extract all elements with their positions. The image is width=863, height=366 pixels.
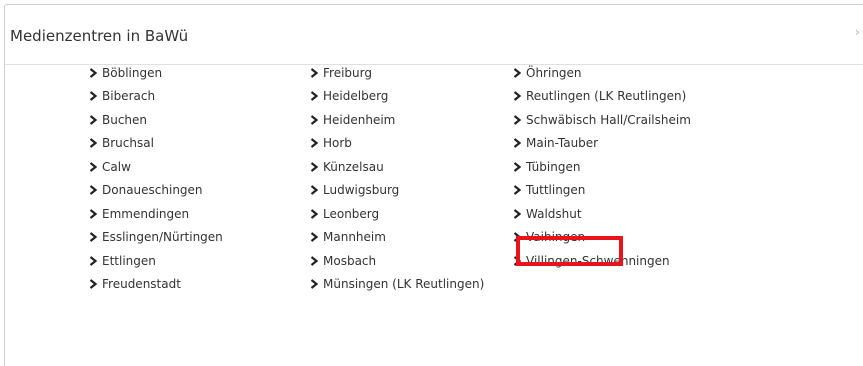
medienzentrum-link-label: Heidelberg <box>323 89 389 104</box>
medienzentrum-link-label: Vaihingen <box>526 230 586 245</box>
medienzentrum-link[interactable]: Heidelberg <box>309 85 484 109</box>
chevron-right-icon <box>512 67 522 78</box>
chevron-right-icon <box>512 91 522 102</box>
medienzentrum-link-label: Bruchsal <box>102 136 154 151</box>
medienzentrum-link-label: Esslingen/Nürtingen <box>102 230 223 245</box>
medienzentrum-link[interactable]: Freiburg <box>309 61 484 85</box>
chevron-right-icon <box>88 279 98 290</box>
chevron-right-icon <box>309 185 319 196</box>
chevron-right-icon <box>88 255 98 266</box>
chevron-right-icon <box>512 255 522 266</box>
panel-title: Medienzentren in BaWü <box>10 27 189 45</box>
medienzentrum-link[interactable]: Horb <box>309 132 484 156</box>
chevron-right-icon <box>512 208 522 219</box>
medienzentrum-link[interactable]: Künzelsau <box>309 155 484 179</box>
medienzentrum-link[interactable]: Böblingen <box>88 61 223 85</box>
medienzentrum-link-label: Villingen-Schwenningen <box>526 253 670 268</box>
medienzentrum-link-label: Reutlingen (LK Reutlingen) <box>526 89 687 104</box>
chevron-right-icon <box>309 91 319 102</box>
chevron-right-icon <box>512 161 522 172</box>
medienzentrum-link-label: Freiburg <box>323 65 372 80</box>
chevron-right-icon <box>88 114 98 125</box>
chevron-right-icon <box>88 91 98 102</box>
page: Medienzentren in BaWü › Böblingen Biberac… <box>0 0 863 366</box>
medienzentrum-link[interactable]: Biberach <box>88 85 223 109</box>
chevron-right-icon <box>309 279 319 290</box>
chevron-right-icon <box>309 255 319 266</box>
medienzentrum-link-label: Mannheim <box>323 230 386 245</box>
medienzentrum-link-label: Heidenheim <box>323 112 396 127</box>
medienzentrum-link-label: Emmendingen <box>102 206 190 221</box>
column-3: Öhringen Reutlingen (LK Reutlingen) Schwäb… <box>512 61 691 273</box>
medienzentrum-link[interactable]: Emmendingen <box>88 202 223 226</box>
medienzentrum-link-label: Künzelsau <box>323 159 384 174</box>
chevron-right-icon <box>88 232 98 243</box>
chevron-right-icon <box>309 161 319 172</box>
chevron-right-icon <box>309 67 319 78</box>
medienzentrum-link[interactable]: Waldshut <box>512 202 691 226</box>
medienzentrum-link-label: Münsingen (LK Reutlingen) <box>323 277 485 292</box>
chevron-right-icon <box>512 114 522 125</box>
medienzentrum-link[interactable]: Villingen-Schwenningen <box>512 249 691 273</box>
column-1: Böblingen Biberach Buchen Bruchsal Calw Donau… <box>88 61 223 296</box>
medienzentrum-link-label: Leonberg <box>323 206 380 221</box>
chevron-right-icon <box>88 208 98 219</box>
chevron-right-icon <box>88 138 98 149</box>
medienzentrum-link[interactable]: Freudenstadt <box>88 273 223 297</box>
medienzentrum-link-label: Waldshut <box>526 206 582 221</box>
medienzentrum-link[interactable]: Ettlingen <box>88 249 223 273</box>
medienzentrum-link-label: Main-Tauber <box>526 136 599 151</box>
medienzentrum-link-label: Tuttlingen <box>526 183 586 198</box>
close-icon[interactable]: › <box>855 25 860 39</box>
medienzentrum-link-label: Biberach <box>102 89 156 104</box>
medienzentrum-link-label: Freudenstadt <box>102 277 181 292</box>
chevron-right-icon <box>88 161 98 172</box>
medienzentrum-link[interactable]: Mannheim <box>309 226 484 250</box>
medienzentrum-link-label: Donaueschingen <box>102 183 203 198</box>
medienzentrum-link[interactable]: Donaueschingen <box>88 179 223 203</box>
chevron-right-icon <box>512 138 522 149</box>
chevron-right-icon <box>309 138 319 149</box>
medienzentrum-link[interactable]: Bruchsal <box>88 132 223 156</box>
medienzentrum-link[interactable]: Vaihingen <box>512 226 691 250</box>
column-2: Freiburg Heidelberg Heidenheim Horb Künzelsa… <box>309 61 484 296</box>
medienzentrum-link-label: Buchen <box>102 112 148 127</box>
chevron-right-icon <box>512 185 522 196</box>
medienzentrum-link[interactable]: Calw <box>88 155 223 179</box>
medienzentrum-link-label: Ludwigsburg <box>323 183 400 198</box>
medienzentrum-link-label: Öhringen <box>526 65 582 80</box>
medienzentrum-link[interactable]: Tübingen <box>512 155 691 179</box>
medienzentrum-link-label: Böblingen <box>102 65 163 80</box>
panel-header: Medienzentren in BaWü › <box>5 5 863 65</box>
chevron-right-icon <box>309 114 319 125</box>
medienzentrum-link[interactable]: Münsingen (LK Reutlingen) <box>309 273 484 297</box>
chevron-right-icon <box>309 232 319 243</box>
medienzentrum-link-label: Horb <box>323 136 352 151</box>
medienzentrum-link[interactable]: Mosbach <box>309 249 484 273</box>
chevron-right-icon <box>309 208 319 219</box>
chevron-right-icon <box>512 232 522 243</box>
medienzentrum-link-label: Calw <box>102 159 131 174</box>
medienzentrum-link[interactable]: Tuttlingen <box>512 179 691 203</box>
medienzentrum-link[interactable]: Ludwigsburg <box>309 179 484 203</box>
medienzentrum-link-label: Mosbach <box>323 253 377 268</box>
medienzentrum-link[interactable]: Main-Tauber <box>512 132 691 156</box>
medienzentrum-link-label: Tübingen <box>526 159 581 174</box>
medienzentrum-link[interactable]: Öhringen <box>512 61 691 85</box>
medienzentrum-link[interactable]: Esslingen/Nürtingen <box>88 226 223 250</box>
medienzentrum-link[interactable]: Reutlingen (LK Reutlingen) <box>512 85 691 109</box>
medienzentrum-link[interactable]: Heidenheim <box>309 108 484 132</box>
chevron-right-icon <box>88 185 98 196</box>
medienzentrum-link[interactable]: Buchen <box>88 108 223 132</box>
medienzentrum-link[interactable]: Schwäbisch Hall/Crailsheim <box>512 108 691 132</box>
chevron-right-icon <box>88 67 98 78</box>
medienzentrum-link-label: Schwäbisch Hall/Crailsheim <box>526 112 691 127</box>
medienzentrum-link[interactable]: Leonberg <box>309 202 484 226</box>
medienzentrum-link-label: Ettlingen <box>102 253 156 268</box>
